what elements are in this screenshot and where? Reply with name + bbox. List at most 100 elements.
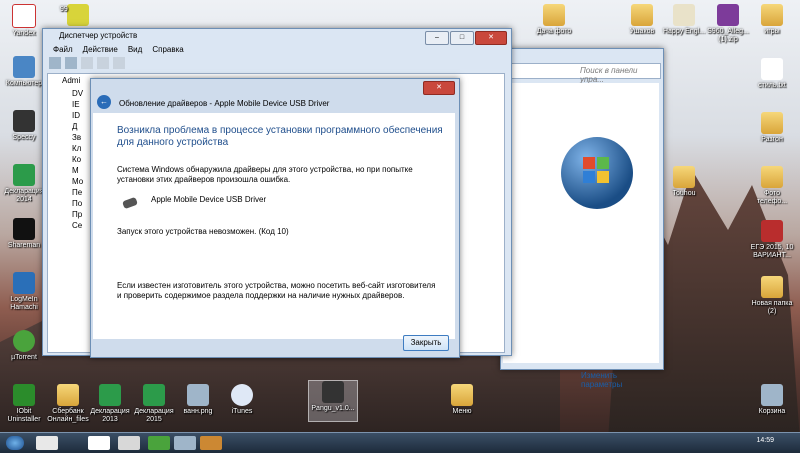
toolbar	[49, 57, 489, 71]
menu-bar: Файл Действие Вид Справка	[53, 45, 184, 54]
desktop-icon-ushakov[interactable]: Ушаков	[618, 4, 666, 36]
folder-icon	[673, 166, 695, 188]
desktop-icon-speccy[interactable]: Speccy	[0, 110, 48, 142]
menu-view[interactable]: Вид	[128, 45, 142, 54]
image-icon	[187, 384, 209, 406]
desktop-icon-vann-png[interactable]: ванн.png	[174, 384, 222, 416]
desktop-icon-s960-zip[interactable]: S960_Alleg... (1).zip	[704, 4, 752, 44]
desktop-icon-pangu[interactable]: Pangu_v1.0...	[308, 380, 358, 422]
desktop-icon-declaration-2015[interactable]: Декларация 2015	[130, 384, 178, 424]
desktop-icon-sberbank[interactable]: Сбербанк Онлайн_files	[44, 384, 92, 424]
device-name: Apple Mobile Device USB Driver	[151, 195, 267, 204]
utorrent-icon	[13, 330, 35, 352]
tree-item[interactable]: По	[72, 198, 83, 209]
tree-items: DV IE ID Д Зв Кл Ко М Мо Пе По Пр Се	[72, 88, 83, 231]
scan-icon[interactable]	[113, 57, 125, 69]
maximize-button[interactable]: □	[450, 31, 474, 45]
dialog-content: Возникла проблема в процессе установки п…	[93, 113, 455, 339]
desktop-icon-yandex[interactable]: Yandex	[0, 4, 48, 38]
folder-icon	[543, 4, 565, 26]
desktop-icon-itunes[interactable]: iTunes	[218, 384, 266, 416]
windows-logo	[561, 137, 633, 209]
tree-item[interactable]: Пе	[72, 187, 83, 198]
app-icon	[67, 4, 89, 26]
iobit-icon	[13, 384, 35, 406]
folder-icon	[761, 166, 783, 188]
yandex-browser-icon[interactable]	[88, 436, 110, 450]
chrome-icon[interactable]	[36, 436, 58, 450]
dialog-controls: ✕	[423, 81, 455, 95]
menu-action[interactable]: Действие	[83, 45, 118, 54]
dialog-heading: Возникла проблема в процессе установки п…	[117, 125, 443, 148]
recycle-bin-icon	[761, 384, 783, 406]
menu-help[interactable]: Справка	[152, 45, 183, 54]
tree-item[interactable]: Се	[72, 220, 83, 231]
desktop-icon-iobit[interactable]: IObit Uninstaller	[0, 384, 48, 424]
desktop-icon-touhou[interactable]: Touhou	[660, 166, 708, 198]
desktop-icon-menu[interactable]: Меню	[438, 384, 486, 416]
desktop-icon-shareman[interactable]: Shareman	[0, 218, 48, 250]
usb-device-icon	[122, 196, 138, 210]
forward-icon[interactable]	[65, 57, 77, 69]
minimize-button[interactable]: –	[425, 31, 449, 45]
close-button[interactable]: ✕	[475, 31, 507, 45]
folder-icon	[761, 4, 783, 26]
tree-item[interactable]: Мо	[72, 176, 83, 187]
declaration-icon	[143, 384, 165, 406]
desktop-icon-games[interactable]: игры	[748, 4, 796, 36]
tree-item[interactable]: DV	[72, 88, 83, 99]
control-panel-task-icon[interactable]	[174, 436, 196, 450]
tree-item[interactable]: Кл	[72, 143, 83, 154]
explorer-icon[interactable]	[118, 436, 140, 450]
declaration-icon	[99, 384, 121, 406]
folder-icon	[631, 4, 653, 26]
desktop-icon-razgon[interactable]: Разгон	[748, 112, 796, 144]
window-controls: – □ ✕	[425, 31, 507, 45]
tree-item[interactable]: IE	[72, 99, 83, 110]
tree-item[interactable]: М	[72, 165, 83, 176]
desktop-icon-new-folder-2[interactable]: Новая папка (2)	[748, 276, 796, 316]
desktop-icon-hamachi[interactable]: LogMeIn Hamachi	[0, 272, 48, 312]
tree-item[interactable]: Ко	[72, 154, 83, 165]
pangu-icon	[322, 381, 344, 403]
close-dialog-button[interactable]: Закрыть	[403, 335, 449, 351]
menu-file[interactable]: Файл	[53, 45, 73, 54]
pdf-icon	[761, 220, 783, 242]
dialog-close-button[interactable]: ✕	[423, 81, 455, 95]
tree-item[interactable]: Зв	[72, 132, 83, 143]
desktop-icon-phone-photo[interactable]: Фото телефо...	[748, 166, 796, 206]
properties-icon[interactable]	[81, 57, 93, 69]
start-button[interactable]	[6, 436, 24, 450]
taskbar: 14:59	[0, 432, 800, 453]
desktop-icon-style-txt[interactable]: стиль.txt	[748, 58, 796, 90]
desktop-icon-99[interactable]: 99	[54, 4, 102, 28]
utorrent-task-icon[interactable]	[148, 436, 170, 450]
tree-root[interactable]: Admi	[62, 76, 80, 85]
desktop-icon-dacha-photo[interactable]: Дача фото	[530, 4, 578, 36]
text-file-icon	[761, 58, 783, 80]
desktop-icon-utorrent[interactable]: µTorrent	[0, 330, 48, 362]
desktop-icon-ege-2015[interactable]: ЕГЭ 2015, 10 ВАРИАНТ...	[748, 220, 796, 260]
clock: 14:59	[756, 437, 774, 444]
hamachi-icon	[13, 272, 35, 294]
desktop-icon-declaration-2014[interactable]: Декларация 2014	[0, 164, 48, 204]
speccy-icon	[13, 110, 35, 132]
device-manager-task-icon[interactable]	[200, 436, 222, 450]
back-icon[interactable]	[49, 57, 61, 69]
back-arrow-icon[interactable]: ←	[97, 95, 111, 109]
tree-item[interactable]: Д	[72, 121, 83, 132]
change-settings-link[interactable]: Изменить параметры	[581, 371, 651, 389]
search-input[interactable]: Поиск в панели упра...	[503, 63, 661, 84]
window-title: Диспетчер устройств	[59, 31, 138, 40]
help-icon[interactable]	[97, 57, 109, 69]
desktop-icon-computer[interactable]: Компьютер	[0, 56, 48, 88]
desktop-icon-recycle-bin[interactable]: Корзина	[748, 384, 796, 416]
folder-icon	[761, 112, 783, 134]
tree-item[interactable]: Пр	[72, 209, 83, 220]
happy-english-icon	[673, 4, 695, 26]
folder-icon	[57, 384, 79, 406]
itunes-icon	[231, 384, 253, 406]
tree-item[interactable]: ID	[72, 110, 83, 121]
desktop-icon-declaration-2013[interactable]: Декларация 2013	[86, 384, 134, 424]
desktop-icon-happy-english[interactable]: Happy Engl...	[660, 4, 708, 36]
